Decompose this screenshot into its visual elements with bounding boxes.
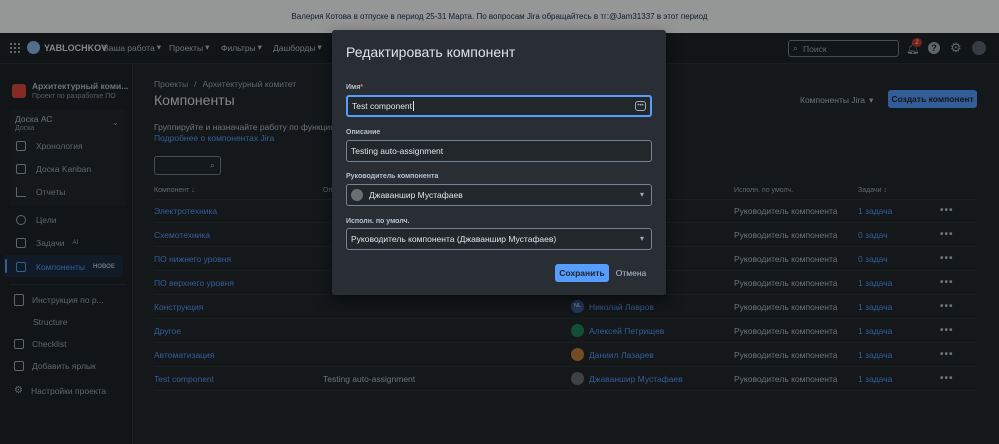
cancel-button[interactable]: Отмена: [613, 264, 649, 282]
description-input[interactable]: Testing auto-assignment: [346, 140, 652, 162]
name-input-value: Test component: [352, 101, 413, 111]
label-text: Имя: [346, 84, 361, 91]
lead-avatar: [351, 189, 363, 201]
name-field-label: Имя*: [346, 84, 363, 91]
lead-field-label: Руководитель компонента: [346, 173, 439, 180]
chevron-down-icon: ▾: [639, 234, 644, 243]
lead-select[interactable]: Джаваншир Мустафаев ▾: [346, 184, 652, 206]
text-caret: [413, 101, 415, 111]
assignee-field-label: Исполн. по умолч.: [346, 218, 410, 225]
description-input-value: Testing auto-assignment: [351, 146, 444, 156]
chevron-down-icon: ▾: [639, 190, 644, 199]
dialog-title: Редактировать компонент: [346, 44, 516, 60]
assignee-select-value: Руководитель компонента (Джаваншир Муста…: [351, 234, 557, 244]
save-button[interactable]: Сохранить: [555, 264, 609, 282]
required-mark: *: [360, 84, 364, 91]
password-manager-icon[interactable]: •••: [635, 101, 646, 111]
default-assignee-select[interactable]: Руководитель компонента (Джаваншир Муста…: [346, 228, 652, 250]
description-field-label: Описание: [346, 129, 381, 136]
name-input[interactable]: Test component •••: [346, 95, 652, 117]
edit-component-dialog: Редактировать компонент Имя* Test compon…: [332, 30, 666, 295]
lead-select-value: Джаваншир Мустафаев: [369, 190, 463, 200]
